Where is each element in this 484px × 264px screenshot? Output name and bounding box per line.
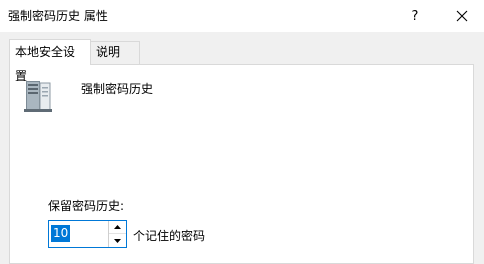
caret-up-icon — [114, 225, 121, 229]
close-icon — [456, 10, 468, 22]
title-bar: 强制密码历史 属性 ? — [0, 0, 484, 32]
tab-panel: 强制密码历史 保留密码历史: 10 个记住的密码 — [9, 64, 474, 264]
stepper-buttons — [108, 221, 126, 247]
decrement-button[interactable] — [109, 234, 126, 247]
remembered-passwords-label: 个记住的密码 — [133, 229, 206, 243]
caret-down-icon — [114, 238, 121, 243]
help-button[interactable]: ? — [400, 0, 430, 32]
password-history-value[interactable]: 10 — [51, 225, 71, 242]
tab-explain[interactable]: 说明 — [90, 41, 140, 64]
password-history-label: 保留密码历史: — [48, 199, 125, 213]
tab-local-security-setting[interactable]: 本地安全设置 — [9, 39, 91, 83]
window-title: 强制密码历史 属性 — [8, 9, 108, 23]
policy-name: 强制密码历史 — [81, 82, 154, 96]
password-history-stepper[interactable]: 10 — [48, 220, 127, 248]
increment-button[interactable] — [109, 221, 126, 234]
close-button[interactable] — [446, 0, 478, 32]
